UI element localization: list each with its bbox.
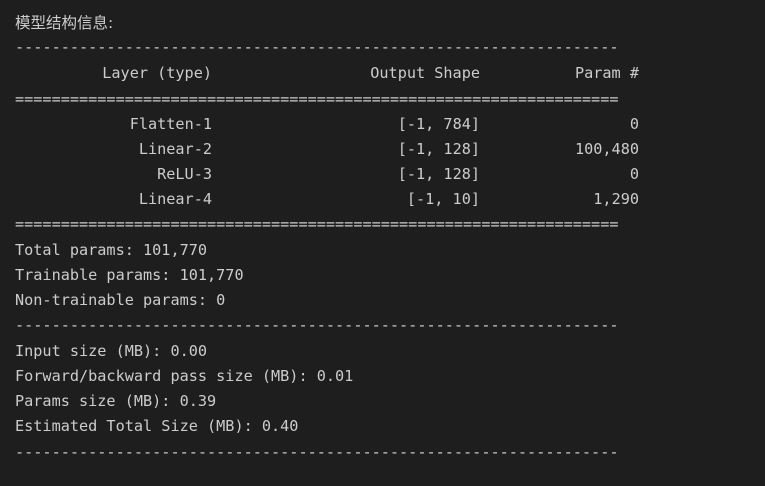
trainable-params: Trainable params: 101,770 bbox=[15, 266, 244, 284]
estimated-total-size: Estimated Total Size (MB): 0.40 bbox=[15, 417, 299, 435]
table-row-layer: Flatten-1 bbox=[129, 115, 212, 133]
table-row-output-shape: [-1, 128] bbox=[397, 140, 480, 158]
table-row-output-shape: [-1, 128] bbox=[397, 165, 480, 183]
model-summary-output: 模型结构信息: --------------------------------… bbox=[0, 0, 765, 486]
table-row-param: 0 bbox=[629, 165, 639, 183]
table-row-layer: Linear-2 bbox=[138, 140, 212, 158]
table-row-output-shape: [-1, 10] bbox=[406, 190, 480, 208]
params-size: Params size (MB): 0.39 bbox=[15, 392, 217, 410]
forward-backward-size: Forward/backward pass size (MB): 0.01 bbox=[15, 367, 354, 385]
table-row-output-shape: [-1, 784] bbox=[397, 115, 480, 133]
total-params: Total params: 101,770 bbox=[15, 241, 208, 259]
table-row-layer: Linear-4 bbox=[138, 190, 212, 208]
separator-dash-bottom: ----------------------------------------… bbox=[15, 443, 619, 461]
table-row-layer: ReLU-3 bbox=[157, 165, 212, 183]
output-title: 模型结构信息: bbox=[15, 14, 114, 32]
non-trainable-params: Non-trainable params: 0 bbox=[15, 291, 226, 309]
header-layer-type: Layer (type) bbox=[102, 64, 212, 82]
table-row-param: 1,290 bbox=[593, 190, 639, 208]
separator-dash-top: ----------------------------------------… bbox=[15, 38, 619, 56]
header-param-count: Param # bbox=[574, 64, 639, 82]
table-row-param: 0 bbox=[629, 115, 639, 133]
separator-equal-footer: ========================================… bbox=[15, 215, 619, 233]
table-row-param: 100,480 bbox=[574, 140, 639, 158]
separator-dash-middle: ----------------------------------------… bbox=[15, 316, 619, 334]
header-output-shape: Output Shape bbox=[370, 64, 480, 82]
separator-equal-header: ========================================… bbox=[15, 90, 619, 108]
input-size: Input size (MB): 0.00 bbox=[15, 342, 208, 360]
